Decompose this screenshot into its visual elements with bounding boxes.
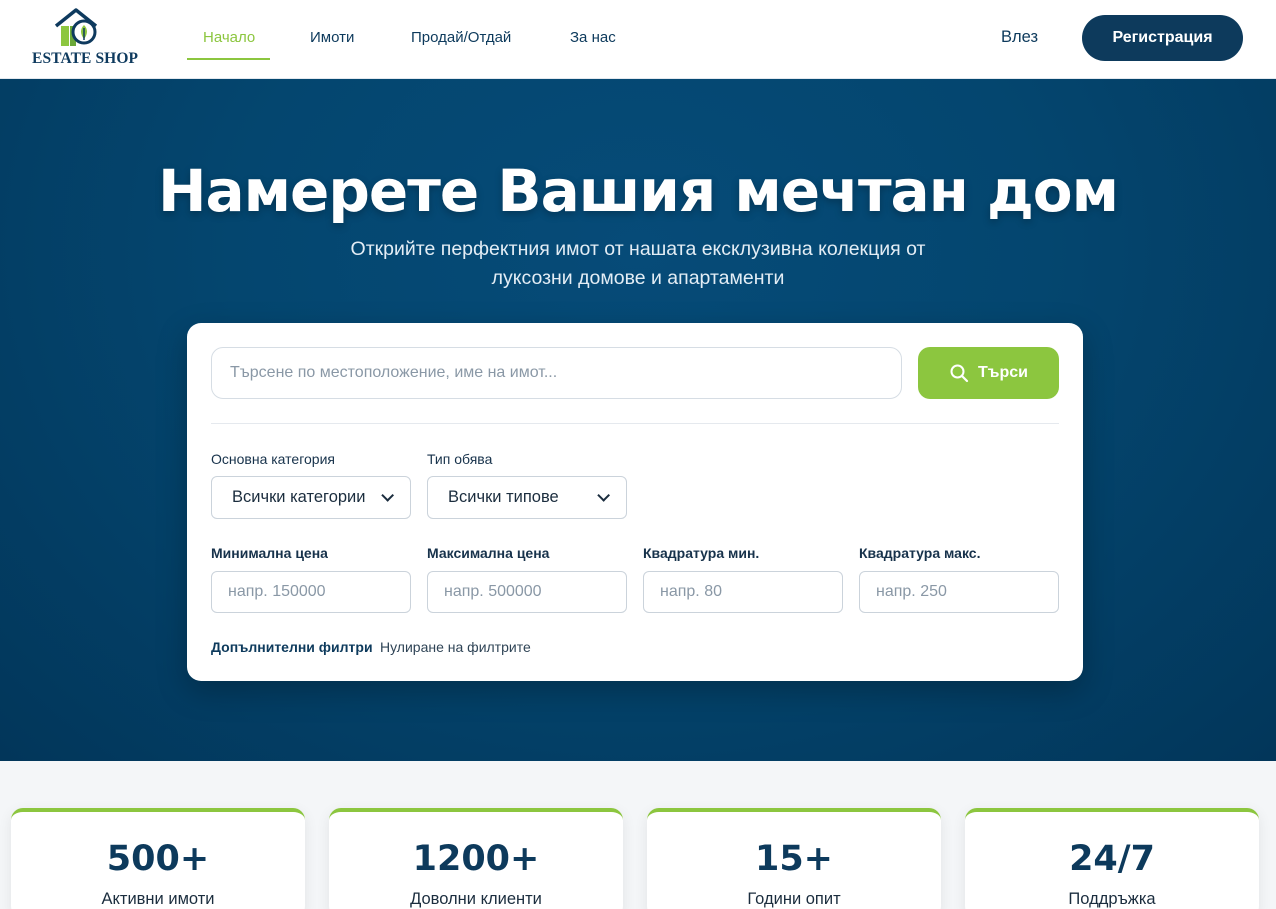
more-filters-link[interactable]: Допълнителни филтри — [211, 639, 373, 655]
min-area-label: Квадратура мин. — [643, 545, 760, 561]
search-input[interactable] — [211, 347, 902, 399]
search-icon — [950, 364, 969, 383]
stat-label: Години опит — [747, 890, 841, 908]
listing-type-label: Тип обява — [427, 451, 493, 467]
nav-item-sell-rent[interactable]: Продай/Отдай — [411, 29, 511, 46]
stat-value: 500+ — [106, 839, 210, 879]
card-divider — [211, 423, 1059, 424]
min-price-label: Минимална цена — [211, 545, 328, 561]
stat-label: Поддръжка — [1068, 890, 1156, 908]
stat-card-happy-clients: 1200+ Доволни клиенти — [329, 808, 623, 909]
stat-value: 15+ — [754, 839, 834, 879]
hero-subtitle-line-2: луксозни домове и апартаменти — [491, 267, 785, 289]
min-area-input[interactable] — [643, 571, 843, 613]
category-select-value: Всички категории — [232, 488, 366, 506]
max-price-label: Максимална цена — [427, 545, 550, 561]
hero-subtitle: Открийте перфектния имот от нашата екскл… — [300, 235, 976, 293]
login-link[interactable]: Влез — [1001, 28, 1038, 47]
max-price-input[interactable] — [427, 571, 627, 613]
hero-title: Намерете Вашия мечтан дом — [157, 157, 1119, 225]
house-logo-icon — [54, 8, 98, 46]
listing-type-select[interactable]: Всички типове — [427, 476, 627, 519]
stat-card-active-properties: 500+ Активни имоти — [11, 808, 305, 909]
max-area-label: Квадратура макс. — [859, 545, 981, 561]
max-area-input[interactable] — [859, 571, 1059, 613]
register-button[interactable]: Регистрация — [1082, 15, 1243, 61]
min-price-input[interactable] — [211, 571, 411, 613]
chevron-down-icon — [381, 489, 394, 502]
site-header: ESTATE SHOP Начало Имоти Продай/Отдай За… — [0, 0, 1276, 79]
stat-value: 1200+ — [412, 839, 540, 879]
search-card: Търси Основна категория Тип обява Всички… — [187, 323, 1083, 681]
chevron-down-icon — [597, 489, 610, 502]
stat-card-support: 24/7 Поддръжка — [965, 808, 1259, 909]
stat-value: 24/7 — [1069, 839, 1155, 879]
reset-filters-link[interactable]: Нулиране на филтрите — [380, 639, 531, 655]
logo[interactable]: ESTATE SHOP — [30, 6, 138, 67]
logo-text: ESTATE SHOP — [32, 50, 139, 67]
search-button[interactable]: Търси — [918, 347, 1059, 399]
category-label: Основна категория — [211, 451, 335, 467]
listing-type-select-value: Всички типове — [448, 488, 559, 506]
search-button-label: Търси — [978, 364, 1028, 381]
nav-item-home[interactable]: Начало — [203, 29, 255, 46]
stat-card-years-experience: 15+ Години опит — [647, 808, 941, 909]
stat-label: Активни имоти — [101, 890, 215, 908]
active-nav-indicator — [187, 58, 270, 60]
hero-subtitle-line-1: Открийте перфектния имот от нашата екскл… — [350, 238, 926, 260]
stat-label: Доволни клиенти — [410, 890, 542, 908]
category-select[interactable]: Всички категории — [211, 476, 411, 519]
nav-item-properties[interactable]: Имоти — [310, 29, 354, 46]
nav-item-about[interactable]: За нас — [570, 29, 616, 46]
